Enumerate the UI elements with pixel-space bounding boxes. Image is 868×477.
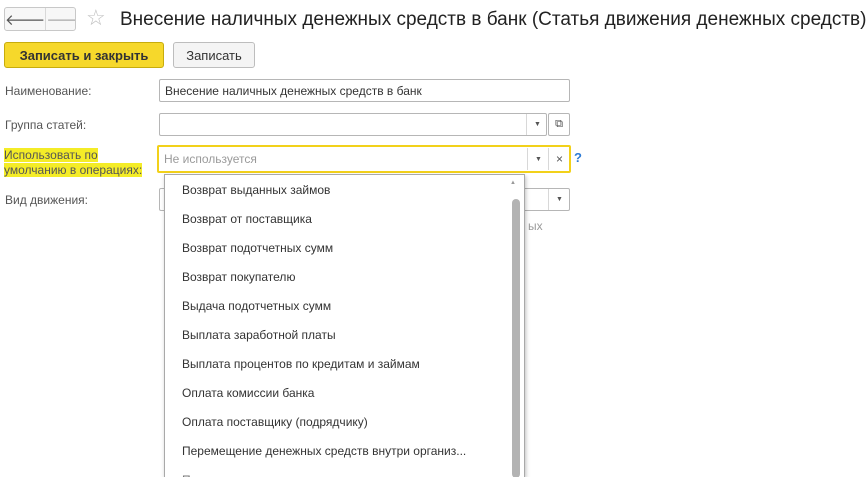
default-operations-field[interactable]: Не используется ▼ × [157,145,571,173]
list-item-partial[interactable]: П… [182,473,203,477]
group-label: Группа статей: [5,118,87,132]
name-field-value: Внесение наличных денежных средств в бан… [165,84,422,98]
forward-button[interactable]: 🡒 [45,8,75,30]
chevron-down-icon: ▼ [556,196,563,203]
list-item[interactable]: Выплата заработной платы [182,328,336,342]
movement-type-dropdown-button[interactable]: ▼ [548,189,570,210]
list-item[interactable]: Перемещение денежных средств внутри орга… [182,444,466,458]
list-item[interactable]: Возврат покупателю [182,270,295,284]
list-item[interactable]: Оплата поставщику (подрядчику) [182,415,368,429]
list-item[interactable]: Возврат выданных займов [182,183,330,197]
group-dropdown-button[interactable]: ▼ [526,114,548,135]
save-button[interactable]: Записать [173,42,255,68]
arrow-left-icon: 🡐 [5,11,46,29]
default-operations-label: Использовать по умолчанию в операциях: [4,148,143,177]
close-icon: × [555,152,563,166]
save-and-close-button[interactable]: Записать и закрыть [4,42,164,68]
list-item[interactable]: Возврат подотчетных сумм [182,241,333,255]
chevron-down-icon: ▼ [535,155,542,163]
page-title: Внесение наличных денежных средств в бан… [120,9,867,30]
list-item[interactable]: Возврат от поставщика [182,212,312,226]
list-item[interactable]: Выплата процентов по кредитам и займам [182,357,420,371]
open-window-icon: ⧉ [555,118,563,130]
list-item[interactable]: Оплата комиссии банка [182,386,314,400]
default-operations-dropdown-button[interactable]: ▼ [527,148,549,170]
help-icon[interactable]: ? [574,150,582,165]
star-icon[interactable]: ☆ [86,5,106,31]
name-field[interactable]: Внесение наличных денежных средств в бан… [159,79,570,102]
chevron-down-icon: ▼ [534,121,541,128]
default-operations-placeholder: Не используется [164,152,257,166]
scroll-up-icon[interactable]: ▲ [510,180,516,186]
movement-type-label: Вид движения: [5,193,88,207]
default-operations-clear-button[interactable]: × [548,148,570,170]
group-open-button[interactable]: ⧉ [548,113,570,136]
back-button[interactable]: 🡐 [5,8,45,30]
navigation-buttons: 🡐 🡒 [4,7,76,31]
list-item[interactable]: Выдача подотчетных сумм [182,299,331,313]
group-field[interactable]: ▼ [159,113,547,136]
scrollbar-thumb[interactable] [512,199,520,477]
hidden-note-fragment: ых [528,219,543,233]
operations-dropdown-list[interactable]: Возврат выданных займов Возврат от поста… [164,174,525,477]
name-label: Наименование: [5,84,92,98]
arrow-right-icon: 🡒 [46,10,75,29]
